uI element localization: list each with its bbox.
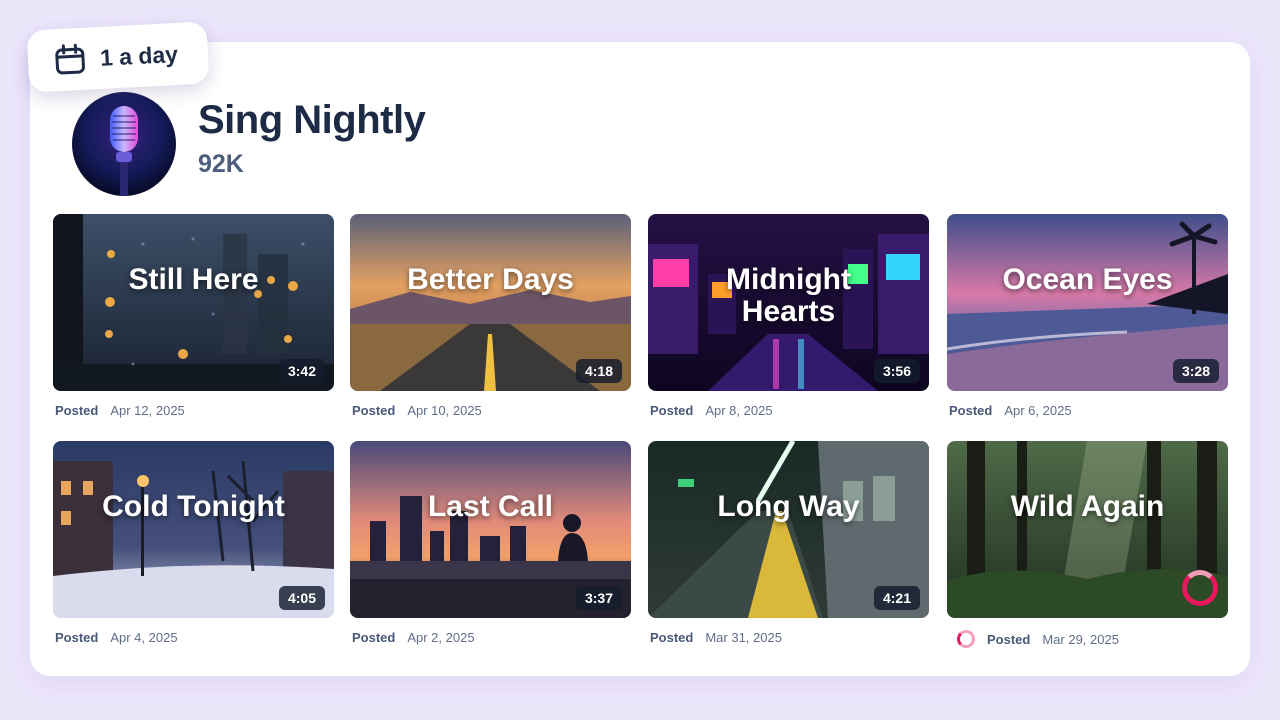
- posted-label: Posted: [650, 403, 694, 418]
- channel-avatar[interactable]: [72, 92, 176, 196]
- video-thumbnail[interactable]: Still Here 3:42: [53, 214, 334, 391]
- upload-frequency-badge: 1 a day: [26, 21, 210, 93]
- video-meta: Posted Apr 8, 2025: [648, 403, 929, 418]
- video-card[interactable]: Ocean Eyes 3:28 Posted Apr 6, 2025: [947, 214, 1228, 418]
- posted-label: Posted: [949, 403, 993, 418]
- video-title: Better Days: [407, 263, 574, 296]
- posted-label: Posted: [650, 630, 694, 645]
- video-thumbnail[interactable]: Wild Again: [947, 441, 1228, 618]
- posted-date: Apr 8, 2025: [705, 403, 773, 418]
- posted-date: Mar 29, 2025: [1042, 631, 1119, 647]
- video-title: Cold Tonight: [102, 490, 285, 523]
- video-duration: 3:37: [575, 586, 622, 610]
- posted-label: Posted: [55, 403, 99, 418]
- posted-date: Apr 10, 2025: [407, 403, 482, 418]
- video-duration: 3:28: [1172, 359, 1219, 383]
- video-thumbnail[interactable]: Long Way 4:21: [648, 441, 929, 618]
- posted-date: Apr 6, 2025: [1004, 403, 1072, 418]
- video-thumbnail[interactable]: Midnight Hearts 3:56: [648, 214, 929, 391]
- video-thumbnail[interactable]: Last Call 3:37: [350, 441, 631, 618]
- video-title: Still Here: [128, 263, 259, 296]
- video-card[interactable]: Last Call 3:37 Posted Apr 2, 2025: [350, 441, 631, 645]
- calendar-icon: [53, 43, 87, 77]
- video-meta: Posted Mar 31, 2025: [648, 630, 929, 645]
- video-title: Midnight Hearts: [726, 263, 851, 328]
- posted-label: Posted: [987, 631, 1031, 647]
- posted-date: Mar 31, 2025: [705, 630, 782, 645]
- video-card[interactable]: Still Here 3:42 Posted Apr 12, 2025: [53, 214, 334, 418]
- video-meta: Posted Apr 12, 2025: [53, 403, 334, 418]
- video-thumbnail[interactable]: Cold Tonight 4:05: [53, 441, 334, 618]
- video-card[interactable]: Long Way 4:21 Posted Mar 31, 2025: [648, 441, 929, 645]
- video-meta: Posted Apr 2, 2025: [350, 630, 631, 645]
- video-card[interactable]: Midnight Hearts 3:56 Posted Apr 8, 2025: [648, 214, 929, 418]
- posted-label: Posted: [352, 630, 396, 645]
- microphone-icon: [72, 92, 176, 196]
- processing-status-icon: [957, 630, 975, 648]
- posted-date: Apr 2, 2025: [407, 630, 475, 645]
- video-card[interactable]: Better Days 4:18 Posted Apr 10, 2025: [350, 214, 631, 418]
- video-card[interactable]: Cold Tonight 4:05 Posted Apr 4, 2025: [53, 441, 334, 645]
- posted-label: Posted: [55, 630, 99, 645]
- video-title: Last Call: [427, 490, 554, 523]
- posted-date: Apr 4, 2025: [110, 630, 178, 645]
- video-duration: 3:42: [278, 359, 325, 383]
- video-thumbnail[interactable]: Ocean Eyes 3:28: [947, 214, 1228, 391]
- video-duration: 3:56: [873, 359, 920, 383]
- video-title: Ocean Eyes: [1002, 263, 1173, 296]
- posted-label: Posted: [352, 403, 396, 418]
- channel-name[interactable]: Sing Nightly: [198, 98, 426, 143]
- video-meta: Posted Apr 4, 2025: [53, 630, 334, 645]
- video-duration: 4:18: [575, 359, 622, 383]
- video-title: Long Way: [717, 490, 860, 523]
- posted-date: Apr 12, 2025: [110, 403, 185, 418]
- video-duration: 4:21: [873, 586, 920, 610]
- processing-spinner-icon: [1182, 570, 1218, 606]
- video-meta: Posted Apr 10, 2025: [350, 403, 631, 418]
- video-duration: 4:05: [278, 586, 325, 610]
- video-meta: Posted Mar 29, 2025: [947, 630, 1228, 648]
- subscriber-count: 92K: [198, 150, 244, 178]
- upload-frequency-label: 1 a day: [99, 40, 179, 71]
- video-title: Wild Again: [1010, 490, 1165, 523]
- video-card[interactable]: Wild Again Posted Mar 29, 2025: [947, 441, 1228, 648]
- video-meta: Posted Apr 6, 2025: [947, 403, 1228, 418]
- video-thumbnail[interactable]: Better Days 4:18: [350, 214, 631, 391]
